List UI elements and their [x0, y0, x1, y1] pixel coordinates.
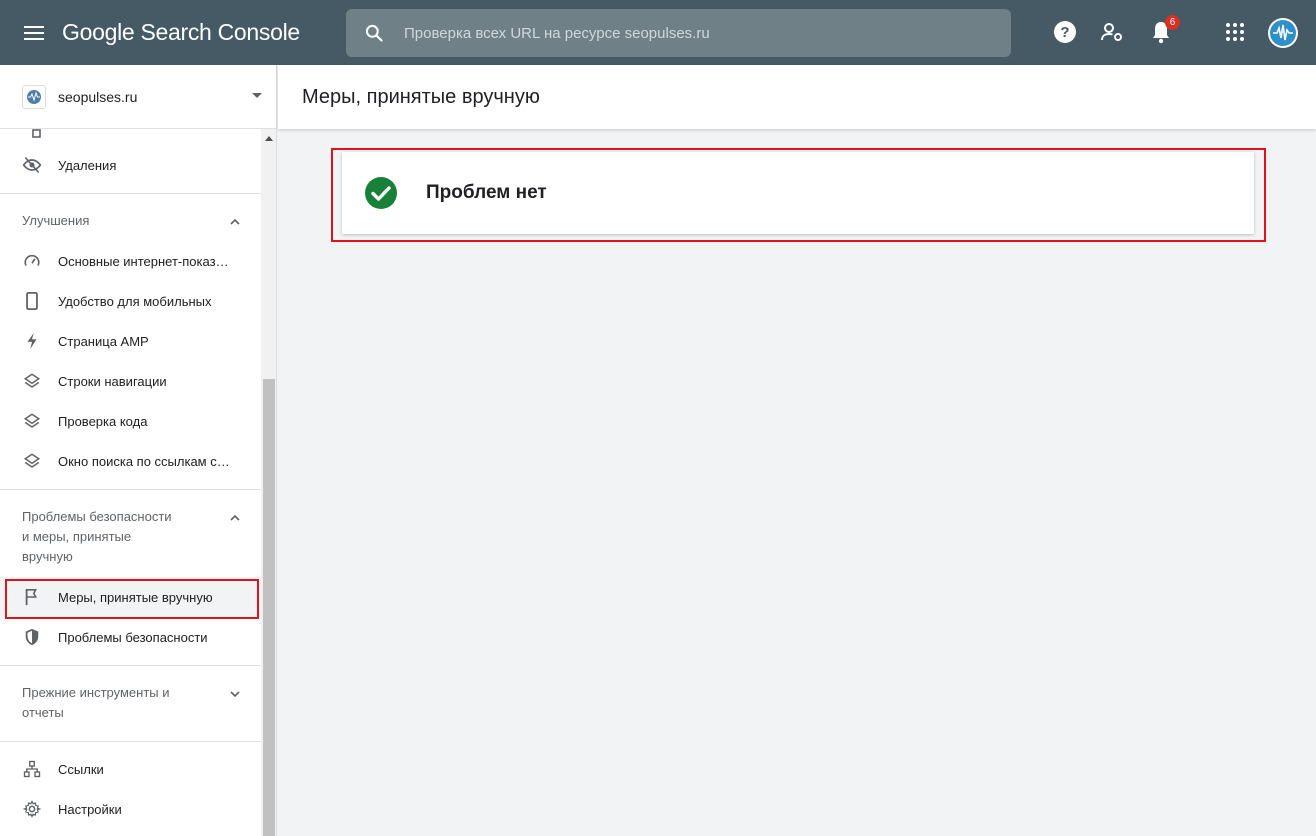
sidebar-item-mobile-usability[interactable]: Удобство для мобильных — [0, 281, 261, 321]
eye-off-icon — [22, 155, 42, 175]
sidebar-item-label: Удобство для мобильных — [58, 293, 212, 309]
search-input[interactable] — [404, 24, 964, 42]
gear-icon — [22, 799, 42, 819]
chevron-up-icon[interactable] — [228, 215, 242, 229]
sidebar-item-label: Строки навигации — [58, 373, 167, 389]
sidebar-item-code-check[interactable]: Проверка кода — [0, 401, 261, 441]
sidebar-item-manual-actions[interactable]: Меры, принятые вручную — [0, 577, 261, 617]
sidebar-item-label: Страница AMP — [58, 333, 149, 349]
divider — [0, 489, 261, 490]
sidebar-item-links[interactable]: Ссылки — [0, 749, 261, 789]
sidebar-item-removals[interactable]: Удаления — [0, 145, 261, 185]
sitemap-icon — [22, 129, 42, 139]
scroll-up-arrow-icon[interactable] — [265, 136, 273, 141]
sidebar-item-label: Основные интернет-показатели — [58, 253, 234, 269]
speed-icon — [22, 251, 42, 271]
divider — [0, 741, 261, 742]
user-settings-icon[interactable] — [1099, 19, 1125, 45]
sidebar-item-security-issues[interactable]: Проблемы безопасности — [0, 617, 261, 657]
chevron-down-icon[interactable] — [228, 687, 242, 701]
sidebar-item-amp[interactable]: Страница AMP — [0, 321, 261, 361]
app-logo[interactable]: Google Search Console — [62, 19, 300, 46]
help-icon[interactable]: ? — [1052, 19, 1078, 45]
sidebar-item-label: Удаления — [58, 157, 117, 173]
sidebar-scrollbar[interactable] — [261, 129, 276, 836]
account-avatar[interactable] — [1268, 18, 1298, 48]
sidebar-item-breadcrumbs[interactable]: Строки навигации — [0, 361, 261, 401]
sidebar-item-label: Проблемы безопасности — [58, 629, 208, 645]
links-icon — [22, 759, 42, 779]
hamburger-menu-icon[interactable] — [20, 19, 48, 47]
section-security-manual-actions[interactable]: Проблемы безопасности и меры, принятые в… — [22, 507, 252, 567]
section-enhancements[interactable]: Улучшения — [22, 211, 252, 231]
svg-text:?: ? — [1060, 24, 1069, 41]
status-card: Проблем нет — [342, 152, 1254, 234]
sidebar-item-core-web-vitals[interactable]: Основные интернет-показатели — [0, 241, 261, 281]
sidebar-item-sitelinks-searchbox[interactable]: Окно поиска по ссылкам сайта — [0, 441, 261, 481]
sidebar-item-settings[interactable]: Настройки — [0, 789, 261, 829]
divider — [0, 193, 261, 194]
check-circle-icon — [365, 177, 397, 209]
layers-icon — [22, 411, 42, 431]
phone-icon — [22, 291, 42, 311]
notification-badge: 6 — [1165, 15, 1180, 30]
page-header: Меры, принятые вручную — [278, 65, 1316, 129]
sidebar-item-label: Проверка кода — [58, 413, 148, 429]
sidebar-item-label: Настройки — [58, 801, 122, 817]
property-favicon-icon — [22, 84, 46, 109]
property-name: seopulses.ru — [58, 88, 138, 105]
scrollbar-thumb[interactable] — [263, 379, 275, 836]
sidebar-item-label: Меры, принятые вручную — [58, 589, 213, 605]
section-legacy-tools[interactable]: Прежние инструменты и отчеты — [22, 683, 252, 723]
property-selector[interactable]: seopulses.ru — [0, 65, 276, 129]
shield-icon — [22, 627, 42, 647]
sidebar-nav: Удаления Улучшения Основные интернет-пок… — [0, 129, 261, 836]
url-inspection-search[interactable] — [346, 9, 1011, 57]
sidebar-item-label: Окно поиска по ссылкам сайта — [58, 453, 234, 469]
notifications-bell-icon[interactable]: 6 — [1148, 15, 1180, 45]
sidebar-item-label: Ссылки — [58, 761, 104, 777]
chevron-up-icon[interactable] — [228, 511, 242, 525]
divider — [0, 665, 261, 666]
page-title: Меры, принятые вручную — [302, 85, 540, 108]
sidebar: seopulses.ru Удаления Улучшения Основные… — [0, 65, 277, 836]
layers-icon — [22, 371, 42, 391]
bolt-icon — [22, 331, 42, 351]
dropdown-caret-icon — [252, 93, 262, 98]
apps-grid-icon[interactable] — [1222, 19, 1248, 45]
layers-icon — [22, 451, 42, 471]
status-text: Проблем нет — [426, 182, 547, 203]
search-icon — [362, 21, 386, 45]
flag-icon — [22, 587, 42, 607]
